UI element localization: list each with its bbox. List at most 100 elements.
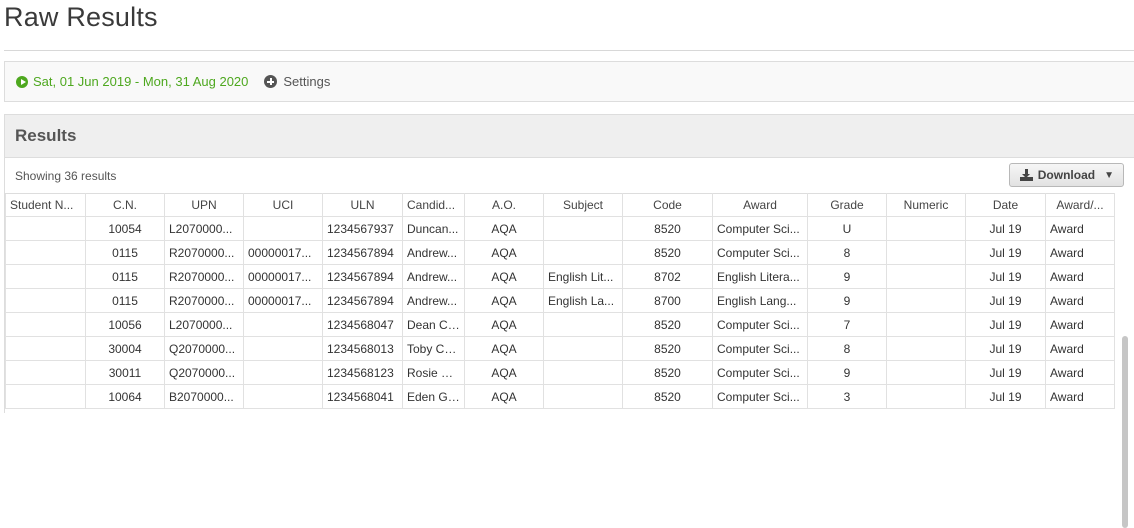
table-row[interactable]: 10064 B2070000... 1234568041 Eden Gr... AQA 8… (5, 384, 1115, 409)
cell-upn: R2070000... (164, 240, 244, 265)
cell-cn: 10064 (85, 384, 165, 409)
cell-subject (543, 216, 623, 241)
cell-award-type: Award (1045, 240, 1115, 265)
column-header-upn[interactable]: UPN (164, 193, 244, 217)
cell-candidate: Andrew... (402, 264, 465, 289)
cell-numeric (886, 360, 966, 385)
table-row[interactable]: 0115 R2070000... 00000017... 1234567894 Andr… (5, 240, 1115, 265)
cell-student-name (5, 288, 86, 313)
column-header-subject[interactable]: Subject (543, 193, 623, 217)
cell-numeric (886, 384, 966, 409)
cell-ao: AQA (464, 264, 544, 289)
cell-date: Jul 19 (965, 264, 1046, 289)
cell-cn: 30011 (85, 360, 165, 385)
table-row[interactable]: 0115 R2070000... 00000017... 1234567894 Andr… (5, 288, 1115, 313)
cell-uln: 1234568047 (322, 312, 403, 337)
cell-numeric (886, 288, 966, 313)
cell-award: Computer Sci... (712, 336, 808, 361)
cell-upn: Q2070000... (164, 360, 244, 385)
download-button[interactable]: Download ▼ (1008, 163, 1124, 187)
cell-subject (543, 384, 623, 409)
column-header-grade[interactable]: Grade (807, 193, 887, 217)
cell-student-name (5, 384, 86, 409)
cell-award-type: Award (1045, 288, 1115, 313)
cell-uln: 1234567894 (322, 240, 403, 265)
cell-date: Jul 19 (965, 288, 1046, 313)
settings-button[interactable]: Settings (264, 74, 330, 89)
cell-subject (543, 312, 623, 337)
cell-ao: AQA (464, 216, 544, 241)
cell-uln: 1234567894 (322, 288, 403, 313)
cell-award-type: Award (1045, 216, 1115, 241)
column-header-award-type[interactable]: Award/... (1045, 193, 1115, 217)
cell-uln: 1234568041 (322, 384, 403, 409)
play-circle-icon (16, 75, 28, 88)
cell-candidate: Toby Co... (402, 336, 465, 361)
cell-grade: 3 (807, 384, 887, 409)
column-header-uln[interactable]: ULN (322, 193, 403, 217)
cell-numeric (886, 240, 966, 265)
column-header-numeric[interactable]: Numeric (886, 193, 966, 217)
cell-code: 8520 (622, 336, 713, 361)
cell-numeric (886, 216, 966, 241)
plus-circle-icon (264, 75, 278, 88)
cell-award-type: Award (1045, 336, 1115, 361)
cell-award: Computer Sci... (712, 216, 808, 241)
cell-ao: AQA (464, 336, 544, 361)
cell-student-name (5, 360, 86, 385)
cell-student-name (5, 336, 86, 361)
cell-code: 8700 (622, 288, 713, 313)
cell-subject: English La... (543, 288, 623, 313)
cell-upn: Q2070000... (164, 336, 244, 361)
table-row[interactable]: 10054 L2070000... 1234567937 Duncan... AQA 85… (5, 216, 1115, 241)
column-header-ao[interactable]: A.O. (464, 193, 544, 217)
column-header-candidate[interactable]: Candid... (402, 193, 465, 217)
cell-date: Jul 19 (965, 240, 1046, 265)
page-title: Raw Results (4, 2, 158, 32)
cell-numeric (886, 312, 966, 337)
table-row[interactable]: 10056 L2070000... 1234568047 Dean Cl... AQA 8… (5, 312, 1115, 337)
results-toolbar: Showing 36 results Download ▼ (5, 158, 1134, 192)
column-header-award[interactable]: Award (712, 193, 808, 217)
cell-cn: 0115 (85, 288, 165, 313)
cell-uci: 00000017... (243, 264, 323, 289)
column-header-date[interactable]: Date (965, 193, 1046, 217)
date-range-filter[interactable]: Sat, 01 Jun 2019 - Mon, 31 Aug 2020 (16, 74, 248, 89)
table-row[interactable]: 30011 Q2070000... 1234568123 Rosie G... AQA 8… (5, 360, 1115, 385)
filter-bar: Sat, 01 Jun 2019 - Mon, 31 Aug 2020 Sett… (4, 61, 1134, 102)
cell-candidate: Duncan... (402, 216, 465, 241)
cell-upn: R2070000... (164, 264, 244, 289)
cell-grade: 8 (807, 240, 887, 265)
cell-award: Computer Sci... (712, 360, 808, 385)
cell-uln: 1234568013 (322, 336, 403, 361)
cell-subject (543, 336, 623, 361)
column-header-code[interactable]: Code (622, 193, 713, 217)
column-header-cn[interactable]: C.N. (85, 193, 165, 217)
cell-candidate: Andrew... (402, 240, 465, 265)
table-row[interactable]: 0115 R2070000... 00000017... 1234567894 Andr… (5, 264, 1115, 289)
cell-cn: 30004 (85, 336, 165, 361)
cell-grade: 9 (807, 360, 887, 385)
cell-grade: 9 (807, 288, 887, 313)
table-row[interactable]: 30004 Q2070000... 1234568013 Toby Co... AQA 8… (5, 336, 1115, 361)
vertical-scrollbar[interactable] (1122, 336, 1128, 528)
cell-upn: R2070000... (164, 288, 244, 313)
cell-numeric (886, 336, 966, 361)
download-label: Download (1037, 168, 1096, 182)
cell-upn: L2070000... (164, 216, 244, 241)
cell-date: Jul 19 (965, 360, 1046, 385)
table-header-row: Student N... C.N. UPN UCI ULN Candid... … (5, 193, 1115, 217)
cell-student-name (5, 216, 86, 241)
cell-uci: 00000017... (243, 240, 323, 265)
cell-code: 8702 (622, 264, 713, 289)
cell-cn: 0115 (85, 264, 165, 289)
cell-candidate: Rosie G... (402, 360, 465, 385)
cell-award-type: Award (1045, 384, 1115, 409)
cell-grade: 9 (807, 264, 887, 289)
column-header-uci[interactable]: UCI (243, 193, 323, 217)
cell-date: Jul 19 (965, 312, 1046, 337)
cell-student-name (5, 264, 86, 289)
results-panel: Results Showing 36 results Download ▼ St… (4, 114, 1134, 528)
cell-subject (543, 240, 623, 265)
column-header-student-name[interactable]: Student N... (5, 193, 86, 217)
